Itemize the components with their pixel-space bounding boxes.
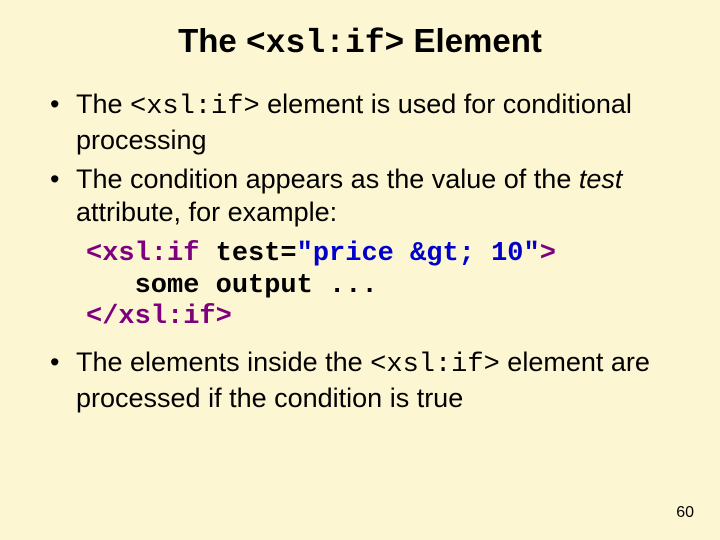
bullet-2-ital: test xyxy=(579,164,623,194)
bullet-3-pre: The elements inside the xyxy=(76,347,370,377)
code-example: <xsl:if test="price &gt; 10"> some outpu… xyxy=(86,239,682,335)
bullet-item-3: The elements inside the <xsl:if> element… xyxy=(48,346,682,415)
bullet-item-2: The condition appears as the value of th… xyxy=(48,163,682,229)
code-open-tag-end: > xyxy=(540,239,556,269)
code-body: some output ... xyxy=(86,271,378,301)
code-attr-value: "price &gt; 10" xyxy=(297,239,540,269)
code-attr: test= xyxy=(216,239,297,269)
bullet-2-post: attribute, for example: xyxy=(76,197,337,227)
bullet-list: The <xsl:if> element is used for conditi… xyxy=(48,88,682,229)
bullet-1-code: <xsl:if> xyxy=(130,92,260,122)
code-close-tag: </xsl:if> xyxy=(86,302,232,332)
bullet-3-code: <xsl:if> xyxy=(370,350,500,380)
bullet-2-pre: The condition appears as the value of th… xyxy=(76,164,579,194)
page-number: 60 xyxy=(676,504,694,522)
code-open-tag-start: <xsl:if xyxy=(86,239,216,269)
title-text-pre: The xyxy=(178,22,246,59)
bullet-1-pre: The xyxy=(76,89,130,119)
title-code: <xsl:if> xyxy=(246,25,404,62)
bullet-item-1: The <xsl:if> element is used for conditi… xyxy=(48,88,682,157)
bullet-list-2: The elements inside the <xsl:if> element… xyxy=(48,346,682,415)
slide-title: The <xsl:if> Element xyxy=(38,22,682,62)
title-text-post: Element xyxy=(404,22,542,59)
